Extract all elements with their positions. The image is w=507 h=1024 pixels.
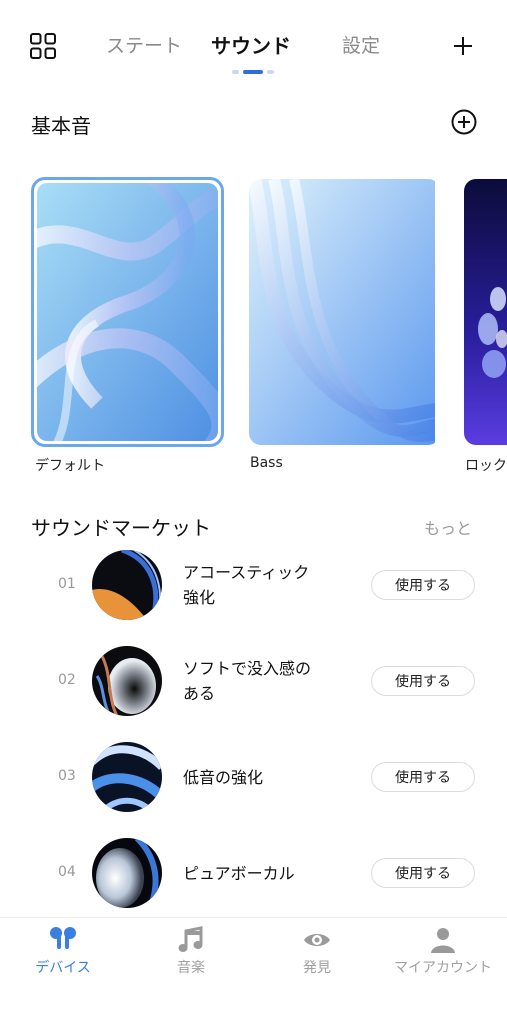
music-note-icon (178, 926, 203, 952)
tab-indicator-active (243, 70, 263, 74)
sound-thumbnail (92, 838, 162, 908)
card-artwork-default (37, 183, 218, 441)
person-icon (431, 928, 455, 953)
plus-icon[interactable] (452, 35, 474, 57)
sound-card-default[interactable] (31, 177, 224, 447)
nav-label: マイアカウント (394, 960, 492, 976)
card-label-default: デフォルト (35, 458, 105, 474)
use-button[interactable]: 使用する (371, 570, 475, 600)
row-title: アコースティック 強化 (183, 563, 310, 607)
row-title: ピュアボーカル (183, 864, 295, 883)
nav-discover[interactable]: 発見 (276, 925, 358, 985)
sound-card-bass[interactable] (249, 179, 440, 445)
tab-state[interactable]: ステート (106, 34, 182, 58)
tab-indicator-dot (267, 70, 274, 74)
row-number: 03 (58, 768, 76, 784)
basic-sound-title: 基本音 (31, 114, 91, 138)
row-title: ソフトで没入感の ある (183, 659, 312, 703)
bottom-nav-divider (0, 917, 507, 918)
ribbon-artwork (464, 179, 507, 445)
earbuds-icon (50, 927, 76, 949)
use-button[interactable]: 使用する (371, 666, 475, 696)
nav-my-account[interactable]: マイアカウント (388, 925, 498, 985)
use-button[interactable]: 使用する (371, 762, 475, 792)
card-label-rock: ロック (465, 458, 507, 474)
nav-label: デバイス (35, 960, 91, 976)
nav-label: 音楽 (177, 960, 205, 976)
sound-thumbnail (92, 742, 162, 812)
sound-card-rock[interactable] (464, 179, 507, 445)
ribbon-artwork (37, 183, 218, 441)
nav-devices[interactable]: デバイス (22, 925, 104, 985)
card-label-bass: Bass (250, 455, 283, 471)
tab-sound[interactable]: サウンド (211, 34, 291, 58)
use-button[interactable]: 使用する (371, 858, 475, 888)
row-number: 01 (58, 576, 76, 592)
ribbon-artwork (249, 179, 440, 445)
nav-label: 発見 (303, 960, 331, 976)
nav-music[interactable]: 音楽 (150, 925, 232, 985)
sound-thumbnail (92, 646, 162, 716)
tab-indicator-dot (232, 70, 239, 74)
sound-thumbnail (92, 550, 162, 620)
add-circle-icon[interactable] (451, 109, 477, 135)
eye-icon (304, 934, 330, 946)
row-number: 02 (58, 672, 76, 688)
row-number: 04 (58, 864, 76, 880)
sound-market-title: サウンドマーケット (31, 516, 211, 540)
more-link[interactable]: もっと (424, 515, 472, 539)
grid-menu-icon[interactable] (30, 33, 56, 59)
row-title: 低音の強化 (183, 768, 264, 787)
tab-settings[interactable]: 設定 (342, 34, 380, 58)
